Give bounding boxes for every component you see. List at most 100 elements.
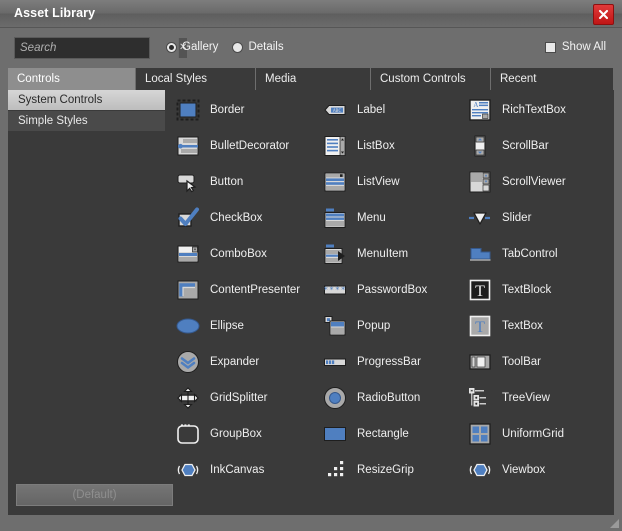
tab-label: Recent	[500, 73, 537, 85]
contentpresenter-icon	[175, 277, 201, 303]
menu-icon	[322, 205, 348, 231]
gallery-item-label[interactable]: ABC Label	[322, 92, 385, 128]
gallery-item-treeview[interactable]: TreeView	[467, 380, 550, 416]
sidebar-item-system-controls[interactable]: System Controls	[8, 90, 165, 111]
textbox-icon: T	[467, 313, 493, 339]
tabcontrol-icon	[467, 241, 493, 267]
gallery-item-label: RadioButton	[357, 392, 421, 404]
gallery-item-gridsplitter[interactable]: GridSplitter	[175, 380, 268, 416]
asset-library-panel: ✕ Gallery Details Show All Controls Local…	[8, 28, 614, 515]
tab-local-styles[interactable]: Local Styles	[136, 68, 256, 90]
tab-recent[interactable]: Recent	[491, 68, 614, 90]
gallery-item-passwordbox[interactable]: **** PasswordBox	[322, 272, 427, 308]
gallery-item-label: BulletDecorator	[210, 140, 290, 152]
gallery-item-textbox[interactable]: T TextBox	[467, 308, 543, 344]
toolbar: ✕ Gallery Details Show All	[8, 28, 614, 68]
gallery-item-scrollviewer[interactable]: ScrollViewer	[467, 164, 566, 200]
treeview-icon	[467, 385, 493, 411]
svg-text:A: A	[473, 101, 478, 109]
gallery-item-label: MenuItem	[357, 248, 409, 260]
gallery-item-label: InkCanvas	[210, 464, 265, 476]
tab-media[interactable]: Media	[256, 68, 371, 90]
progressbar-icon	[322, 349, 348, 375]
gallery-item-slider[interactable]: Slider	[467, 200, 531, 236]
resize-grip-icon[interactable]	[607, 516, 620, 529]
gallery-item-expander[interactable]: Expander	[175, 344, 259, 380]
gridsplitter-icon	[175, 385, 201, 411]
search-input[interactable]	[15, 38, 178, 58]
gallery-item-contentpresenter[interactable]: ContentPresenter	[175, 272, 300, 308]
gallery-item-label: ResizeGrip	[357, 464, 414, 476]
textblock-icon: T	[467, 277, 493, 303]
gallery-item-groupbox[interactable]: GroupBox	[175, 416, 262, 452]
gallery-item-label: ToolBar	[502, 356, 541, 368]
ellipse-icon	[175, 313, 201, 339]
gallery-item-progressbar[interactable]: ProgressBar	[322, 344, 421, 380]
scrollviewer-icon	[467, 169, 493, 195]
footer-bar: (Default)	[8, 477, 614, 515]
expander-icon	[175, 349, 201, 375]
search-box[interactable]: ✕	[14, 37, 188, 59]
gallery-item-richtextbox[interactable]: A RichTextBox	[467, 92, 566, 128]
gallery-item-bulletdecorator[interactable]: BulletDecorator	[175, 128, 289, 164]
gallery-item-popup[interactable]: Popup	[322, 308, 390, 344]
gallery-item-scrollbar[interactable]: ScrollBar	[467, 128, 549, 164]
scrollbar-icon	[467, 133, 493, 159]
category-sidebar: System Controls Simple Styles	[8, 90, 165, 515]
gallery-item-radiobutton[interactable]: RadioButton	[322, 380, 420, 416]
tab-label: Media	[265, 73, 297, 85]
gallery-item-label: ListBox	[357, 140, 395, 152]
radio-gallery[interactable]: Gallery	[166, 41, 218, 53]
gallery-item-combobox[interactable]: ComboBox	[175, 236, 267, 272]
gallery-item-label: CheckBox	[210, 212, 263, 224]
gallery-item-rectangle[interactable]: Rectangle	[322, 416, 409, 452]
gallery-item-label: Ellipse	[210, 320, 244, 332]
checkbox-icon	[175, 205, 201, 231]
gallery-item-textblock[interactable]: T TextBlock	[467, 272, 551, 308]
listbox-icon	[322, 133, 348, 159]
sidebar-item-simple-styles[interactable]: Simple Styles	[8, 111, 165, 132]
richtextbox-icon: A	[467, 97, 493, 123]
gallery-item-toolbar[interactable]: ToolBar	[467, 344, 541, 380]
gallery-item-label: ContentPresenter	[210, 284, 301, 296]
gallery-item-tabcontrol[interactable]: TabControl	[467, 236, 558, 272]
gallery-item-label: GridSplitter	[210, 392, 268, 404]
gallery-item-listbox[interactable]: ListBox	[322, 128, 395, 164]
default-style-button[interactable]: (Default)	[16, 484, 173, 506]
radio-details[interactable]: Details	[232, 41, 284, 53]
gallery-item-menu[interactable]: Menu	[322, 200, 386, 236]
gallery-item-label: Menu	[357, 212, 386, 224]
toolbar-icon	[467, 349, 493, 375]
asset-library-window: Asset Library ✕ Gallery Details	[0, 0, 622, 531]
gallery-item-label: TextBlock	[502, 284, 552, 296]
gallery-item-button[interactable]: Button	[175, 164, 243, 200]
svg-text:T: T	[475, 319, 485, 336]
gallery-item-ellipse[interactable]: Ellipse	[175, 308, 244, 344]
gallery-item-label: ComboBox	[210, 248, 267, 260]
gallery-item-label: Label	[357, 104, 386, 116]
view-mode-radio-group: Gallery Details	[166, 41, 284, 53]
gallery-item-label: ScrollViewer	[502, 176, 566, 188]
show-all-checkbox[interactable]: Show All	[544, 41, 606, 53]
gallery-item-label: Border	[210, 104, 245, 116]
tab-controls[interactable]: Controls	[8, 68, 136, 90]
radiobutton-icon	[322, 385, 348, 411]
tab-custom-controls[interactable]: Custom Controls	[371, 68, 491, 90]
svg-text:****: ****	[323, 286, 346, 295]
close-icon	[598, 9, 609, 20]
gallery-item-uniformgrid[interactable]: UniformGrid	[467, 416, 564, 452]
button-icon	[175, 169, 201, 195]
gallery-item-label: GroupBox	[210, 428, 262, 440]
popup-icon	[322, 313, 348, 339]
gallery-item-label: RichTextBox	[502, 104, 566, 116]
gallery-item-checkbox[interactable]: CheckBox	[175, 200, 262, 236]
gallery-item-border[interactable]: Border	[175, 92, 245, 128]
svg-text:T: T	[475, 283, 485, 300]
gallery-item-label: UniformGrid	[502, 428, 564, 440]
groupbox-icon	[175, 421, 201, 447]
gallery-item-listview[interactable]: ListView	[322, 164, 400, 200]
gallery-item-label: ProgressBar	[357, 356, 421, 368]
gallery-item-menuitem[interactable]: MenuItem	[322, 236, 408, 272]
close-button[interactable]	[593, 4, 614, 25]
checkbox-icon	[544, 41, 556, 53]
